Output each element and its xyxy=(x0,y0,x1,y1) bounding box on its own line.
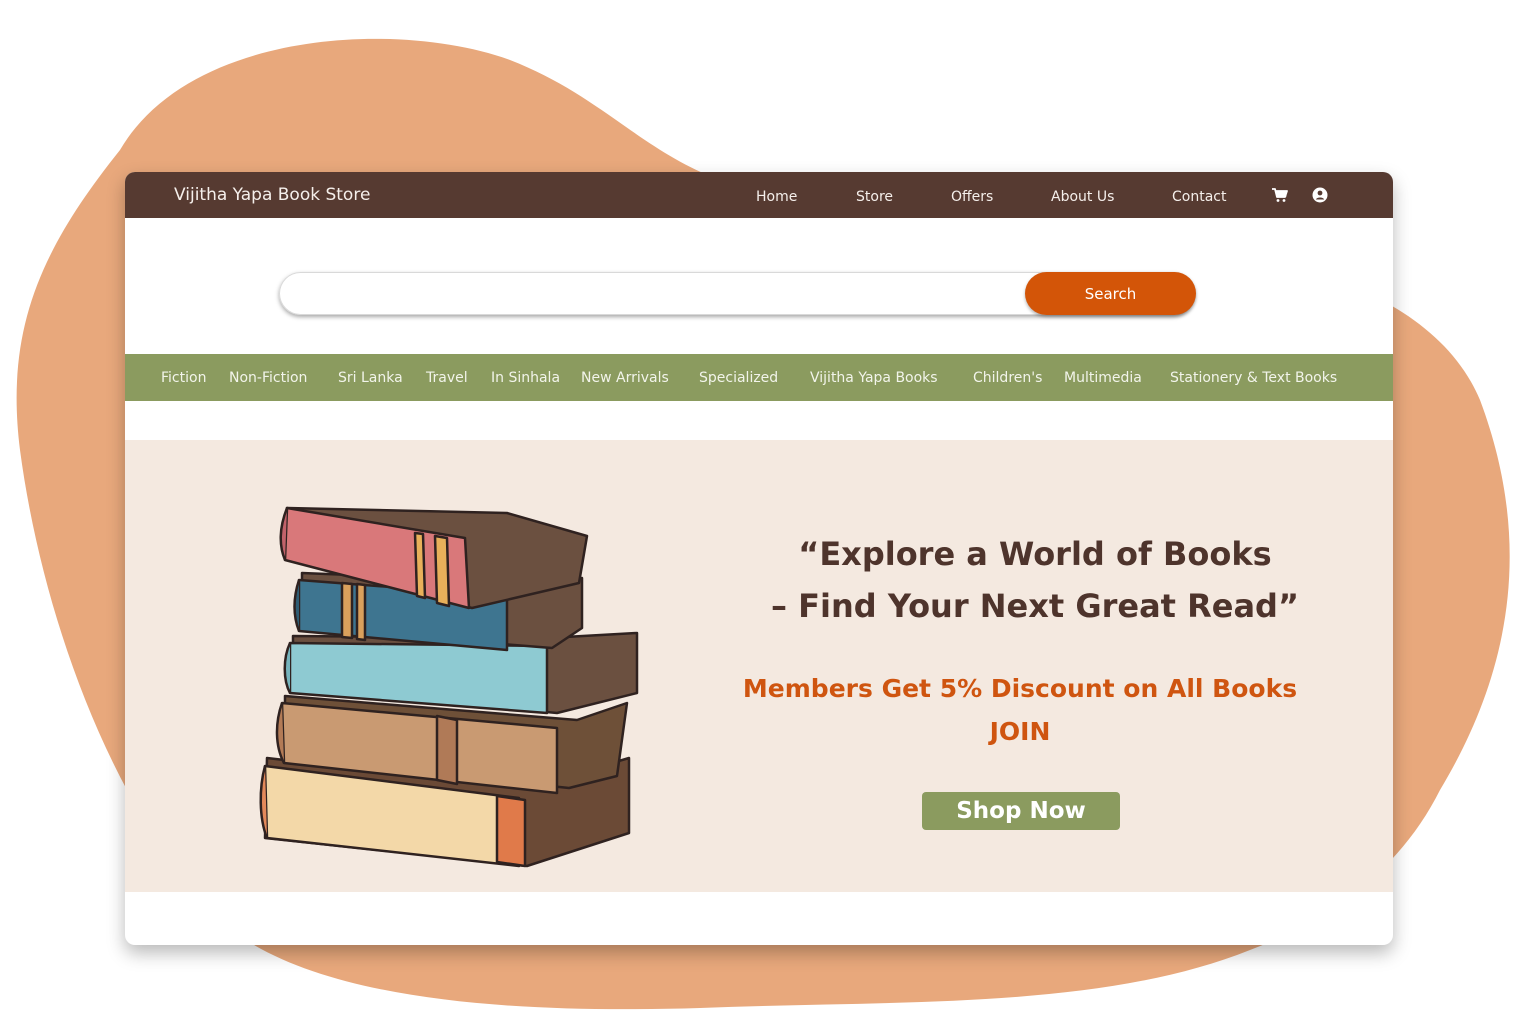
category-stationery-text-books[interactable]: Stationery & Text Books xyxy=(1170,370,1337,386)
top-navigation-bar: Vijitha Yapa Book Store Home Store Offer… xyxy=(125,172,1393,218)
cart-icon[interactable] xyxy=(1271,186,1289,204)
category-vijitha-yapa-books[interactable]: Vijitha Yapa Books xyxy=(810,370,938,386)
member-discount-text: Members Get 5% Discount on All Books xyxy=(742,674,1298,703)
brand-name[interactable]: Vijitha Yapa Book Store xyxy=(174,185,370,205)
shop-now-button[interactable]: Shop Now xyxy=(922,792,1120,830)
book-stack-illustration xyxy=(259,506,639,868)
user-icon[interactable] xyxy=(1311,186,1329,204)
category-in-sinhala[interactable]: In Sinhala xyxy=(491,370,560,386)
category-new-arrivals[interactable]: New Arrivals xyxy=(581,370,669,386)
category-bar: Fiction Non-Fiction Sri Lanka Travel In … xyxy=(125,354,1393,401)
nav-contact[interactable]: Contact xyxy=(1172,189,1226,205)
search-button[interactable]: Search xyxy=(1025,272,1196,315)
nav-home[interactable]: Home xyxy=(756,189,797,205)
nav-offers[interactable]: Offers xyxy=(951,189,993,205)
category-non-fiction[interactable]: Non-Fiction xyxy=(229,370,307,386)
category-travel[interactable]: Travel xyxy=(426,370,468,386)
nav-about-us[interactable]: About Us xyxy=(1051,189,1114,205)
headline-line-1: “Explore a World of Books xyxy=(798,535,1272,573)
nav-store[interactable]: Store xyxy=(856,189,893,205)
hero-banner: “Explore a World of Books – Find Your Ne… xyxy=(125,440,1393,892)
browser-window: Vijitha Yapa Book Store Home Store Offer… xyxy=(125,172,1393,945)
category-specialized[interactable]: Specialized xyxy=(699,370,778,386)
headline-line-2: – Find Your Next Great Read” xyxy=(771,587,1299,625)
hero-headline: “Explore a World of Books – Find Your Ne… xyxy=(685,528,1385,632)
category-childrens[interactable]: Children's xyxy=(973,370,1042,386)
join-link[interactable]: JOIN xyxy=(685,711,1355,753)
search-input[interactable] xyxy=(297,278,1021,310)
category-multimedia[interactable]: Multimedia xyxy=(1064,370,1142,386)
category-sri-lanka[interactable]: Sri Lanka xyxy=(338,370,403,386)
category-fiction[interactable]: Fiction xyxy=(161,370,206,386)
